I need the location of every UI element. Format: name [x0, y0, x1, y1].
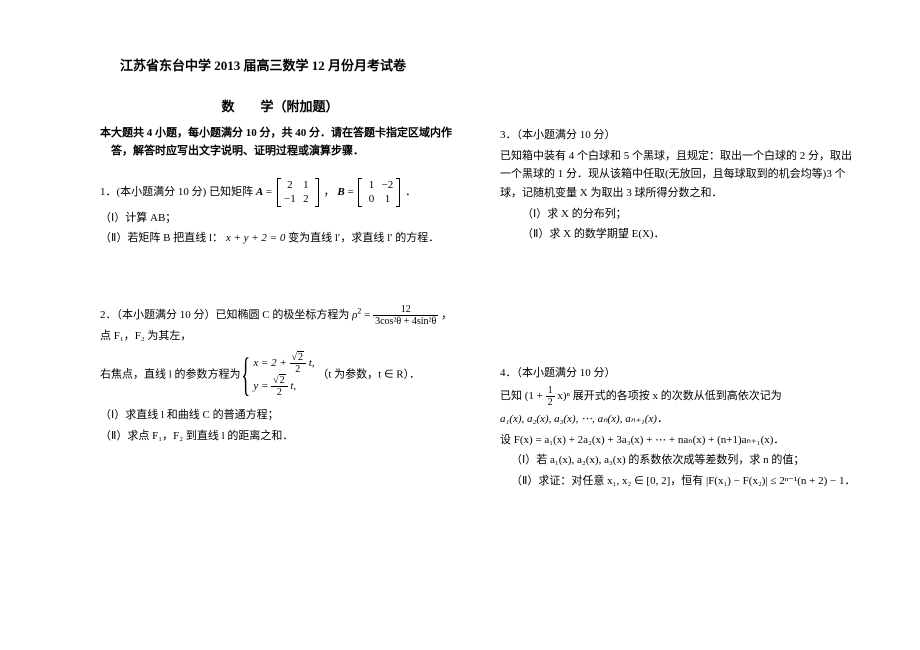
problem-1: 1．(本小题满分 10 分) 已知矩阵 A = 21 −12 ， B = 1−2… — [100, 178, 460, 248]
content-columns: 数 学（附加题） 本大题共 4 小题，每小题满分 10 分，共 40 分．请在答… — [100, 96, 870, 547]
p2-frac2: 2 2 — [271, 375, 288, 398]
b21: 0 — [363, 192, 379, 206]
p2-sys2: y = — [253, 380, 271, 392]
left-column: 数 学（附加题） 本大题共 4 小题，每小题满分 10 分，共 40 分．请在答… — [100, 96, 460, 547]
matrix-a-label: A — [256, 186, 263, 198]
p1-part2: （Ⅱ）若矩阵 B 把直线 l： x + y + 2 = 0 变为直线 l′，求直… — [100, 229, 460, 248]
sqrt-icon: 2 — [292, 352, 305, 363]
matrix-a: 21 −12 — [277, 178, 319, 207]
problem-2: 2．（本小题满分 10 分）已知椭圆 C 的极坐标方程为 ρ2 = 12 3co… — [100, 304, 460, 445]
b22: 1 — [379, 192, 395, 206]
p1-part2a: （Ⅱ）若矩阵 B 把直线 l： — [100, 232, 223, 244]
p4-frac-den: 2 — [546, 397, 555, 408]
p1-head: 1．(本小题满分 10 分) 已知矩阵 — [100, 186, 256, 198]
p4-head: 4．（本小题满分 10 分） — [500, 364, 860, 383]
p1-eq1: = — [266, 186, 275, 198]
p2-part2: （Ⅱ）求点 F₁，F₂ 到直线 l 的距离之和． — [100, 427, 460, 446]
matrix-b: 1−2 01 — [358, 178, 400, 207]
p2-den2b: 2 — [271, 387, 288, 398]
p3-line1: 已知箱中装有 4 个白球和 5 个黑球，且规定：取出一个白球的 2 分，取出一个… — [500, 147, 860, 203]
p2-frac1: 2 2 — [290, 352, 307, 375]
matrix-b-label: B — [337, 186, 344, 198]
p2-sys1: x = 2 + — [253, 357, 289, 369]
a21: −1 — [282, 192, 298, 206]
p1-part1: （Ⅰ）计算 AB； — [100, 209, 460, 228]
p2-sys2b: t, — [290, 380, 296, 392]
p2-num: 12 — [373, 304, 438, 316]
exam-subtitle: 数 学（附加题） — [100, 96, 460, 115]
p2-fraction: 12 3cos²θ + 4sin²θ — [373, 304, 438, 327]
p1-part2b: 变为直线 l′，求直线 l′ 的方程． — [288, 232, 439, 244]
p2-eq: = — [364, 309, 373, 321]
p2-sys-tail: （t 为参数，t ∈ R）． — [317, 368, 420, 380]
p3-part1: （Ⅰ）求 X 的分布列； — [522, 205, 860, 224]
sqrt-icon: 2 — [273, 375, 286, 386]
p4-line1a: 已知 (1 + — [500, 390, 546, 402]
p1-eq2: = — [347, 186, 356, 198]
p4-part1: （Ⅰ）若 a₁(x), a₂(x), a₃(x) 的系数依次成等差数列，求 n … — [511, 451, 860, 470]
a12: 1 — [298, 178, 314, 192]
problem-3: 3．（本小题满分 10 分） 已知箱中装有 4 个白球和 5 个黑球，且规定：取… — [500, 126, 860, 244]
p4-frac: 1 2 — [546, 385, 555, 408]
right-column: 3．（本小题满分 10 分） 已知箱中装有 4 个白球和 5 个黑球，且规定：取… — [500, 96, 860, 547]
exam-title: 江苏省东台中学 2013 届高三数学 12 月份月考试卷 — [120, 55, 870, 74]
p2-head: 2．（本小题满分 10 分）已知椭圆 C 的极坐标方程为 — [100, 309, 352, 321]
p2-sqrt2b: 2 — [279, 374, 286, 386]
p4-line3: 设 F(x) = a₁(x) + 2a₂(x) + 3a₃(x) + ⋯ + n… — [500, 431, 860, 450]
p2-den: 3cos²θ + 4sin²θ — [373, 316, 438, 327]
p1-comma: ， — [324, 186, 335, 198]
p1-period: ． — [405, 186, 416, 198]
p3-part2: （Ⅱ）求 X 的数学期望 E(X)． — [522, 225, 860, 244]
p4-frac-num: 1 — [546, 385, 555, 397]
p1-part2-eq: x + y + 2 = 0 — [226, 232, 286, 244]
a22: 2 — [298, 192, 314, 206]
p2-sqrt2a: 2 — [297, 351, 304, 363]
problem-4: 4．（本小题满分 10 分） 已知 (1 + 1 2 x)ⁿ 展开式的各项按 x… — [500, 364, 860, 490]
instructions: 本大题共 4 小题，每小题满分 10 分，共 40 分．请在答题卡指定区域内作答… — [100, 125, 460, 160]
a11: 2 — [282, 178, 298, 192]
p2-den2a: 2 — [290, 364, 307, 375]
p2-param-system: x = 2 + 2 2 t, y = 2 2 t, — [243, 352, 314, 398]
p2-part1: （Ⅰ）求直线 l 和曲线 C 的普通方程； — [100, 406, 460, 425]
p4-line2: a₁(x), a₂(x), a₃(x), ⋯, aₙ(x), aₙ₊₁(x)． — [500, 410, 860, 429]
p2-sys1b: t, — [309, 357, 315, 369]
p2-line2a: 右焦点，直线 l 的参数方程为 — [100, 368, 243, 380]
b11: 1 — [363, 178, 379, 192]
b12: −2 — [379, 178, 395, 192]
p4-part2: （Ⅱ）求证：对任意 x₁, x₂ ∈ [0, 2]，恒有 |F(x₁) − F(… — [511, 472, 860, 491]
p4-line1b: x)ⁿ 展开式的各项按 x 的次数从低到高依次记为 — [557, 390, 781, 402]
p3-head: 3．（本小题满分 10 分） — [500, 126, 860, 145]
